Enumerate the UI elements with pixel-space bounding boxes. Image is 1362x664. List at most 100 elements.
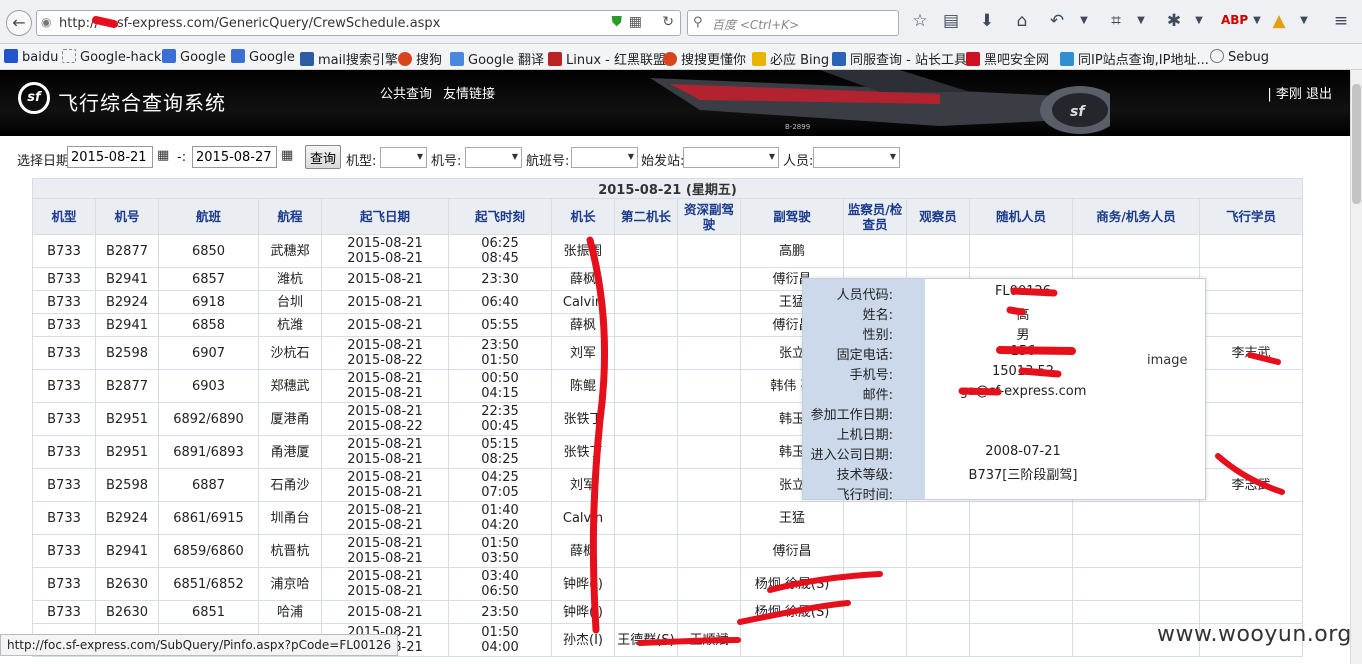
departure-label: 始发站: <box>641 154 685 169</box>
undo-icon[interactable]: ↶ <box>1046 11 1068 31</box>
chevron-down-icon[interactable]: ▼ <box>1073 15 1095 26</box>
trainee-link[interactable]: 李志武 <box>1199 336 1303 370</box>
bookmark-item[interactable]: 同IP站点查询,IP地址... <box>1060 49 1209 68</box>
home-icon[interactable]: ⌂ <box>1011 11 1033 31</box>
inspector-cell <box>843 501 907 535</box>
search-icon: ⚲ <box>693 15 703 30</box>
date-group-header: 2015-08-21 (星期五) <box>32 178 1303 199</box>
departure-time-cell: 06:25 08:45 <box>448 234 552 268</box>
scrollbar-thumb[interactable] <box>1352 84 1361 204</box>
first-officer-link[interactable]: 王猛 <box>740 501 844 535</box>
captain-link[interactable]: 张振周 <box>551 234 615 268</box>
popup-field-label: 邮件: <box>862 388 893 403</box>
page-scrollbar[interactable] <box>1350 70 1362 664</box>
senior-fo-link[interactable]: 王顺斌 <box>677 623 741 657</box>
first-officer-link[interactable]: 高鹏 <box>740 234 844 268</box>
bookmarks-bar: baidu Google-hack Google Google mail搜索引擎… <box>0 44 1362 70</box>
calendar-icon[interactable]: ▦ <box>157 148 169 163</box>
second-captain-link[interactable]: 王德群(S) <box>614 623 678 657</box>
popup-field-row: 飞行时间: <box>803 482 1207 503</box>
second-captain-link <box>614 313 678 337</box>
search-box[interactable]: ⚲ 百度 <Ctrl+K> <box>687 10 899 36</box>
date-to-input[interactable] <box>192 146 277 168</box>
address-bar[interactable]: ◉ http://sf-express.com/GenericQuery/Cre… <box>36 10 681 36</box>
download-icon[interactable]: ⬇ <box>976 11 998 31</box>
column-header: 机号 <box>95 198 159 235</box>
bug-icon[interactable]: ✱ <box>1163 11 1185 31</box>
user-logout-area[interactable]: | 李刚 退出 <box>1267 83 1332 102</box>
aircraft-reg-cell: B2598 <box>95 336 159 370</box>
chevron-down-icon[interactable]: ▼ <box>1293 15 1315 26</box>
inspector-cell <box>843 600 907 624</box>
flight-no-cell: 6859/6860 <box>158 534 259 568</box>
chevron-down-icon[interactable]: ▼ <box>1188 15 1210 26</box>
bookmark-item[interactable]: Google <box>231 49 295 65</box>
calendar-icon[interactable]: ▦ <box>281 148 293 163</box>
adblock-icon[interactable]: ABP <box>1221 13 1248 27</box>
shield-icon[interactable]: ⛊ <box>612 14 623 30</box>
extension-icon[interactable]: ▲ <box>1268 11 1290 31</box>
nav-friend-links[interactable]: 友情链接 <box>443 83 495 102</box>
captain-link[interactable]: 薛枫 <box>551 534 615 568</box>
trainee-link <box>1199 267 1303 291</box>
popup-field-value: 2008-07-21 <box>985 444 1061 459</box>
observer-cell <box>906 234 970 268</box>
aircraft-reg-select[interactable] <box>465 147 522 168</box>
departure-date-cell: 2015-08-21 2015-08-21 <box>321 567 449 601</box>
query-button[interactable]: 查询 <box>305 145 342 169</box>
captain-link[interactable]: 张铁丁 <box>551 435 615 469</box>
departure-select[interactable] <box>683 147 779 168</box>
reading-list-icon[interactable]: ▤ <box>940 11 962 31</box>
flight-no-select[interactable] <box>571 147 638 168</box>
chevron-down-icon[interactable]: ▼ <box>1130 15 1152 26</box>
first-officer-link[interactable]: 杨炯 徐晟(S) <box>740 600 844 624</box>
date-from-input[interactable] <box>67 146 153 168</box>
bookmark-item[interactable]: 必应 Bing <box>752 49 829 68</box>
crop-icon[interactable]: ⌗ <box>1105 11 1127 31</box>
back-arrow-icon[interactable]: ← <box>6 10 32 36</box>
bookmark-item[interactable]: 搜搜更懂你 <box>663 49 746 68</box>
bookmark-item[interactable]: Google <box>162 49 226 65</box>
trainee-link[interactable]: 李志武 <box>1199 468 1303 502</box>
captain-link[interactable]: 孙杰(I) <box>551 623 615 657</box>
departure-time-cell: 03:40 06:50 <box>448 567 552 601</box>
bookmark-item[interactable]: 搜狗 <box>398 49 442 68</box>
reload-icon[interactable]: ↻ <box>662 14 674 30</box>
captain-link[interactable]: 刘军 <box>551 468 615 502</box>
aircraft-type-select[interactable] <box>380 147 427 168</box>
route-cell: 郑穗武 <box>258 369 322 403</box>
captain-link[interactable]: 钟晔(I) <box>551 600 615 624</box>
bookmark-item[interactable]: Sebug <box>1210 49 1269 65</box>
bookmark-item[interactable]: mail搜索引擎 <box>300 49 398 68</box>
captain-link[interactable]: Calvin <box>551 290 615 314</box>
captain-link[interactable]: 薛枫 <box>551 267 615 291</box>
menu-icon[interactable]: ≡ <box>1330 11 1352 31</box>
popup-field-row: 人员代码: FL00126 <box>803 282 1207 303</box>
crew-info-popup: 人员代码: FL00126 姓名: 高性别: 男固定电话: 156 手机号: 15013 52… <box>802 278 1207 503</box>
bookmark-item[interactable]: Google-hack <box>62 49 161 65</box>
captain-link[interactable]: 陈鲲 <box>551 369 615 403</box>
bookmark-item[interactable]: Google 翻译 <box>450 49 544 68</box>
bookmark-item[interactable]: baidu <box>4 49 58 65</box>
popup-field-value: 15013 52 <box>991 364 1055 379</box>
captain-link[interactable]: Calvin <box>551 501 615 535</box>
captain-link[interactable]: 张铁丁 <box>551 402 615 436</box>
nav-public-query[interactable]: 公共查询 <box>380 83 432 102</box>
route-cell: 潍杭 <box>258 267 322 291</box>
captain-link[interactable]: 薛枫 <box>551 313 615 337</box>
captain-link[interactable]: 刘军 <box>551 336 615 370</box>
star-icon[interactable]: ☆ <box>909 11 931 31</box>
first-officer-link[interactable]: 杨炯 徐晟(S) <box>740 567 844 601</box>
captain-link[interactable]: 钟晔(I) <box>551 567 615 601</box>
departure-date-cell: 2015-08-21 2015-08-22 <box>321 336 449 370</box>
first-officer-link[interactable]: 傅衍昌 <box>740 534 844 568</box>
column-header: 航程 <box>258 198 322 235</box>
bookmark-item[interactable]: Linux - 红黑联盟 <box>548 49 666 68</box>
bookmark-item[interactable]: 同服查询 - 站长工具 <box>832 49 967 68</box>
qr-code-icon[interactable]: ▦ <box>629 14 642 30</box>
chevron-down-icon[interactable]: ▼ <box>1246 15 1268 26</box>
bookmark-item[interactable]: 黑吧安全网 <box>966 49 1049 68</box>
senior-fo-link <box>677 313 741 337</box>
aircraft-type-cell: B733 <box>32 468 96 502</box>
crew-select[interactable] <box>813 147 900 168</box>
